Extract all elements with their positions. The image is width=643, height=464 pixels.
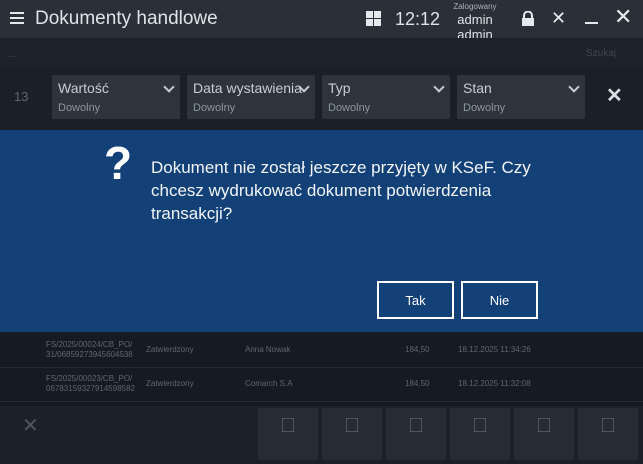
close-icon[interactable]: ✕ — [22, 416, 39, 436]
document-icon — [410, 418, 422, 432]
filter-value: Dowolny — [328, 102, 371, 114]
chevron-down-icon — [568, 81, 580, 93]
no-button[interactable]: Nie — [461, 281, 538, 319]
document-icon — [474, 418, 486, 432]
document-number: FS/2025/00023/CB_PO/ — [46, 374, 133, 383]
document-date: 18.12.2025 11:34:26 — [458, 345, 531, 354]
document-status: Zatwierdzony — [146, 379, 194, 388]
filter-data-wystawienia[interactable]: Data wystawienia Dowolny — [187, 75, 315, 119]
chevron-down-icon — [433, 81, 445, 93]
filter-value: Dowolny — [58, 102, 101, 114]
page-title: Dokumenty handlowe — [35, 8, 218, 29]
documents-table: FS/2025/00024/CB_PO/ 31/0685927394560453… — [0, 328, 643, 404]
yes-button[interactable]: Tak — [377, 281, 454, 319]
print-icon — [346, 418, 358, 432]
document-number: FS/2025/00024/CB_PO/ — [46, 340, 133, 349]
toolbar-button[interactable] — [578, 408, 638, 460]
filter-count: 13 — [14, 89, 29, 104]
dialog-message: Dokument nie został jeszcze przyjęty w K… — [151, 158, 531, 223]
toolbar-button[interactable] — [322, 408, 382, 460]
filter-stan[interactable]: Stan Dowolny — [457, 75, 585, 119]
filter-value: Dowolny — [463, 102, 506, 114]
user-info: Zalogowany admin admin — [440, 2, 510, 42]
lock-icon[interactable] — [521, 10, 535, 26]
document-amount: 184,50 — [405, 345, 430, 354]
document-icon — [282, 418, 294, 432]
clock: 12:12 — [395, 9, 441, 29]
clear-filters-icon[interactable]: ✕ — [606, 86, 623, 106]
document-date: 18.12.2025 11:32:08 — [458, 379, 531, 388]
document-status: Zatwierdzony — [146, 345, 194, 354]
refresh-icon — [602, 418, 614, 432]
chevron-down-icon — [163, 81, 175, 93]
filter-typ[interactable]: Typ Dowolny — [322, 75, 450, 119]
question-icon: ? — [104, 137, 133, 189]
toolbar-button[interactable] — [386, 408, 446, 460]
filter-wartosc[interactable]: Wartość Dowolny — [52, 75, 180, 119]
toolbar-button[interactable] — [258, 408, 318, 460]
filter-label: Wartość — [58, 80, 109, 96]
tools-icon[interactable]: ✕ — [551, 9, 566, 27]
toolbar-button[interactable] — [450, 408, 510, 460]
search-input[interactable]: ... — [8, 48, 17, 60]
table-row[interactable]: FS/2025/00023/CB_PO/ 0678315932791459858… — [0, 368, 643, 402]
search-button[interactable]: Szukaj — [586, 48, 616, 59]
customer-name: Anna Nowak — [245, 345, 291, 354]
filter-value: Dowolny — [193, 102, 236, 114]
filter-label: Typ — [328, 80, 351, 96]
title-bar: Dokumenty handlowe 12:12 Zalogowany admi… — [0, 0, 643, 42]
grid-icon[interactable] — [366, 11, 381, 26]
menu-icon[interactable] — [10, 12, 24, 24]
minimize-icon[interactable] — [585, 22, 598, 24]
document-icon — [538, 418, 550, 432]
toolbar-button[interactable] — [514, 408, 574, 460]
ksef-number: 31/06859273945604538 — [46, 350, 133, 359]
search-bar[interactable]: ... Szukaj — [0, 38, 643, 70]
filter-label: Stan — [463, 80, 492, 96]
close-icon[interactable]: ✕ — [614, 6, 632, 28]
ksef-number: 06783159327914598582 — [46, 384, 135, 393]
table-row[interactable]: FS/2025/00024/CB_PO/ 31/0685927394560453… — [0, 334, 643, 368]
customer-name: Comarch S.A — [245, 379, 293, 388]
user-caption: Zalogowany — [453, 2, 497, 11]
document-amount: 184,50 — [405, 379, 430, 388]
filter-label: Data wystawienia — [193, 80, 302, 96]
